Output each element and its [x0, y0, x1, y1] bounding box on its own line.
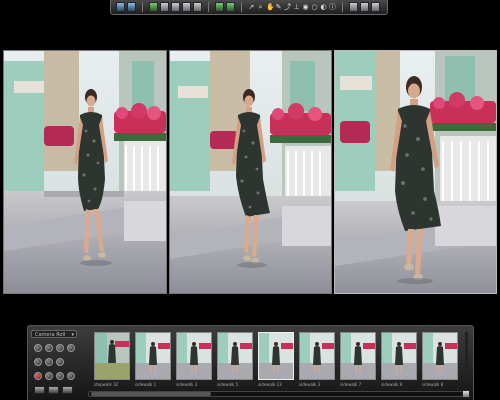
filmstrip-scroll-thumb[interactable]	[91, 392, 211, 396]
thumbnail-item[interactable]: sidewalk 7	[340, 332, 376, 390]
adjust-icon[interactable]: ◐	[320, 3, 327, 11]
crop-icon[interactable]	[215, 2, 224, 12]
thumbnail-strip: stepwalk 32 sidewalk 1 sidewalk 3 sidewa…	[94, 332, 464, 390]
thumbnail-image[interactable]	[258, 332, 294, 380]
thumbnail-image[interactable]	[340, 332, 376, 380]
loupe-icon[interactable]: ○	[311, 3, 318, 11]
thumbnail-photo	[95, 333, 129, 379]
rewind-icon[interactable]	[34, 344, 42, 352]
thumbnail-item[interactable]: sidewalk 3	[299, 332, 335, 390]
stack-icon[interactable]	[193, 2, 202, 12]
thumbnail-label: sidewalk 7	[340, 382, 362, 387]
thumbnail-image[interactable]	[217, 332, 253, 380]
toolbar-divider	[342, 2, 343, 12]
thumbnail-image[interactable]	[176, 332, 212, 380]
list-view-icon[interactable]	[48, 386, 59, 394]
thumbnail-photo	[423, 333, 457, 379]
thumbnail-label: sidewalk 8	[422, 382, 444, 387]
export-icon[interactable]	[160, 2, 169, 12]
thumbnail-label: sidewalk 3	[299, 382, 321, 387]
play-icon[interactable]	[45, 344, 53, 352]
eye-icon[interactable]: ◉	[302, 3, 309, 11]
thumbnail-image[interactable]	[94, 332, 130, 380]
thumbnail-item[interactable]: sidewalk 9	[381, 332, 417, 390]
thumbnail-item[interactable]: stepwalk 32	[94, 332, 130, 390]
view-compare-icon[interactable]	[127, 2, 136, 12]
layout-icon[interactable]	[371, 2, 380, 12]
filmstrip-controls: Camera Roll ▾	[31, 330, 83, 396]
thumbnail-label: sidewalk 5	[217, 382, 239, 387]
thumbnail-label: sidewalk 3	[176, 382, 198, 387]
thumbnail-image[interactable]	[422, 332, 458, 380]
lift-icon[interactable]: ⤴	[284, 3, 291, 11]
thumbnail-photo	[382, 333, 416, 379]
viewer-pane-1[interactable]	[3, 50, 167, 294]
hand-icon[interactable]: ✋	[266, 3, 275, 11]
resize-handle-icon[interactable]	[462, 390, 470, 398]
filmstrip-vertical-scrollbar[interactable]	[465, 332, 468, 382]
thumbnail-size-icon[interactable]	[34, 386, 45, 394]
toolbar-divider	[208, 2, 209, 12]
label-icon[interactable]	[56, 372, 64, 380]
thumbnail-item-selected[interactable]: sidewalk 13	[258, 332, 294, 390]
fast-forward-icon[interactable]	[56, 344, 64, 352]
chevron-down-icon: ▾	[71, 332, 74, 338]
thumbnail-label: stepwalk 32	[94, 382, 119, 387]
thumbnail-label: sidewalk 13	[258, 382, 282, 387]
thumbnail-item[interactable]: sidewalk 3	[176, 332, 212, 390]
photo-woman-walking	[170, 51, 331, 293]
filmstrip-scrollbar[interactable]	[88, 391, 465, 397]
flag-icon[interactable]	[56, 358, 64, 366]
import-icon[interactable]	[149, 2, 158, 12]
thumbnail-image[interactable]	[135, 332, 171, 380]
star-icon[interactable]	[67, 372, 75, 380]
copy-icon[interactable]	[182, 2, 191, 12]
rotate-right-icon[interactable]	[45, 358, 53, 366]
grid-view-icon[interactable]	[62, 386, 73, 394]
toolbar-divider	[241, 2, 242, 12]
thumbnail-item[interactable]: sidewalk 8	[422, 332, 458, 390]
stamp-icon[interactable]: ⊥	[293, 3, 300, 11]
thumbnail-image[interactable]	[299, 332, 335, 380]
settings-icon[interactable]	[360, 2, 369, 12]
viewer-pane-3[interactable]	[334, 50, 497, 294]
thumbnail-label: sidewalk 1	[135, 382, 157, 387]
thumbnail-image[interactable]	[381, 332, 417, 380]
reject-icon[interactable]	[34, 372, 42, 380]
thumbnail-photo	[136, 333, 170, 379]
album-select[interactable]: Camera Roll ▾	[31, 330, 77, 338]
view-single-icon[interactable]	[116, 2, 125, 12]
main-toolbar: ➚ ⌕ ✋ ✎ ⤴ ⊥ ◉ ○ ◐ ⓘ	[110, 0, 388, 15]
info-icon[interactable]: ⓘ	[329, 3, 336, 11]
rotate-left-icon[interactable]	[34, 358, 42, 366]
thumbnail-item[interactable]: sidewalk 5	[217, 332, 253, 390]
thumbnail-label: sidewalk 9	[381, 382, 403, 387]
app-window: ➚ ⌕ ✋ ✎ ⤴ ⊥ ◉ ○ ◐ ⓘ Camera Roll ▾ stepwa…	[0, 0, 500, 400]
thumbnail-item[interactable]: sidewalk 1	[135, 332, 171, 390]
grid-icon[interactable]	[349, 2, 358, 12]
toolbar-divider	[142, 2, 143, 12]
folder-icon[interactable]	[171, 2, 180, 12]
photo-woman-walking	[335, 51, 496, 293]
thumbnail-photo	[300, 333, 334, 379]
thumbnail-photo	[259, 333, 293, 379]
thumbnail-photo	[218, 333, 252, 379]
thumbnail-photo	[177, 333, 211, 379]
rotate-left-icon[interactable]	[226, 2, 235, 12]
pointer-icon[interactable]: ➚	[248, 3, 255, 11]
thumbnail-photo	[341, 333, 375, 379]
pick-icon[interactable]	[45, 372, 53, 380]
filmstrip-panel: Camera Roll ▾ stepwalk 32 sidewalk 1 sid…	[27, 325, 474, 400]
viewer-pane-2[interactable]	[169, 50, 332, 294]
pen-icon[interactable]: ✎	[275, 3, 282, 11]
album-select-label: Camera Roll	[35, 332, 66, 338]
photo-woman-walking	[4, 51, 166, 293]
zoom-icon[interactable]: ⌕	[257, 3, 264, 11]
loop-icon[interactable]	[67, 344, 75, 352]
